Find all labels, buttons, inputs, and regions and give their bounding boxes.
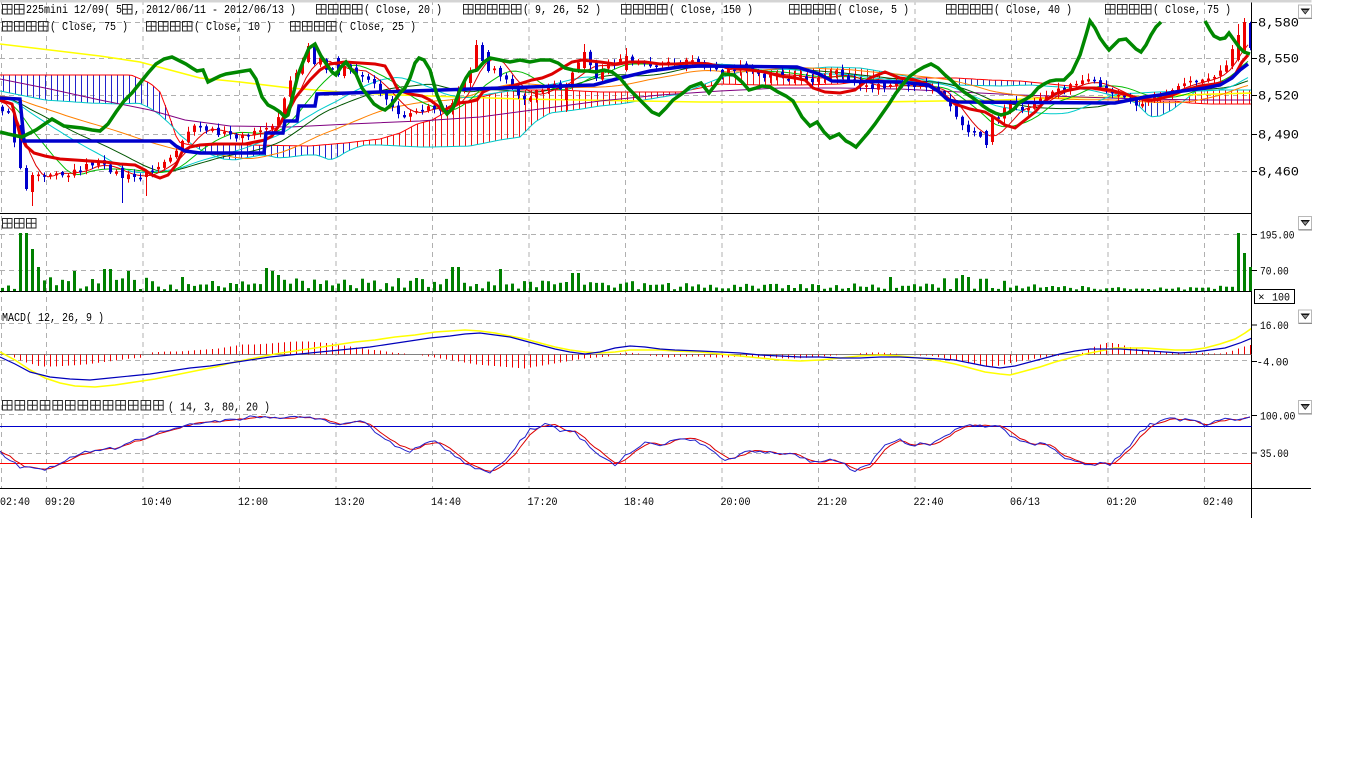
svg-text:09:20: 09:20 bbox=[45, 497, 75, 509]
svg-text:20:00: 20:00 bbox=[721, 497, 751, 509]
svg-text:195.00: 195.00 bbox=[1260, 231, 1295, 243]
svg-text:100: 100 bbox=[1272, 293, 1290, 305]
svg-text:8,490: 8,490 bbox=[1258, 128, 1299, 143]
svg-text:70.00: 70.00 bbox=[1260, 267, 1289, 279]
svg-text:02:40: 02:40 bbox=[1203, 497, 1233, 509]
svg-text:10:40: 10:40 bbox=[142, 497, 172, 509]
svg-text:8,520: 8,520 bbox=[1258, 89, 1299, 104]
svg-text:-4.00: -4.00 bbox=[1257, 358, 1289, 370]
svg-text:18:40: 18:40 bbox=[624, 497, 654, 509]
svg-text:( 9, 26, 52 ): ( 9, 26, 52 ) bbox=[523, 4, 601, 17]
svg-text:( Close, 75 ): ( Close, 75 ) bbox=[1153, 4, 1231, 17]
svg-text:( Close, 150 ): ( Close, 150 ) bbox=[669, 4, 753, 17]
svg-text:12:00: 12:00 bbox=[238, 497, 268, 509]
svg-text:8,550: 8,550 bbox=[1258, 52, 1299, 67]
svg-text:17:20: 17:20 bbox=[528, 497, 558, 509]
svg-text:MACD( 12, 26, 9 ): MACD( 12, 26, 9 ) bbox=[2, 311, 104, 325]
svg-text:8,580: 8,580 bbox=[1258, 16, 1299, 31]
svg-text:14:40: 14:40 bbox=[431, 497, 461, 509]
svg-text:16.00: 16.00 bbox=[1260, 321, 1289, 333]
svg-text:35.00: 35.00 bbox=[1260, 449, 1289, 461]
svg-text:( 14, 3, 80, 20 ): ( 14, 3, 80, 20 ) bbox=[168, 402, 270, 415]
svg-text:×: × bbox=[1258, 293, 1265, 305]
svg-text:100.00: 100.00 bbox=[1260, 412, 1295, 424]
svg-text:21:20: 21:20 bbox=[817, 497, 847, 509]
svg-text:01:20: 01:20 bbox=[1107, 497, 1137, 509]
svg-text:06/13: 06/13 bbox=[1010, 497, 1040, 509]
svg-text:225mini 12/09( 5: 225mini 12/09( 5 bbox=[26, 4, 122, 17]
svg-text:( Close, 10 ): ( Close, 10 ) bbox=[194, 21, 272, 34]
svg-text:( Close, 75 ): ( Close, 75 ) bbox=[50, 21, 128, 34]
svg-text:( Close, 5 ): ( Close, 5 ) bbox=[837, 4, 909, 17]
svg-text:22:40: 22:40 bbox=[914, 497, 944, 509]
svg-text:( Close, 40 ): ( Close, 40 ) bbox=[994, 4, 1072, 17]
svg-text:02:40: 02:40 bbox=[0, 497, 30, 509]
svg-text:8,460: 8,460 bbox=[1258, 165, 1299, 180]
svg-text:13:20: 13:20 bbox=[335, 497, 365, 509]
svg-text:( Close, 20 ): ( Close, 20 ) bbox=[364, 4, 442, 17]
svg-text:, 2012/06/11 - 2012/06/13 ): , 2012/06/11 - 2012/06/13 ) bbox=[134, 4, 296, 17]
svg-text:( Close, 25 ): ( Close, 25 ) bbox=[338, 21, 416, 34]
